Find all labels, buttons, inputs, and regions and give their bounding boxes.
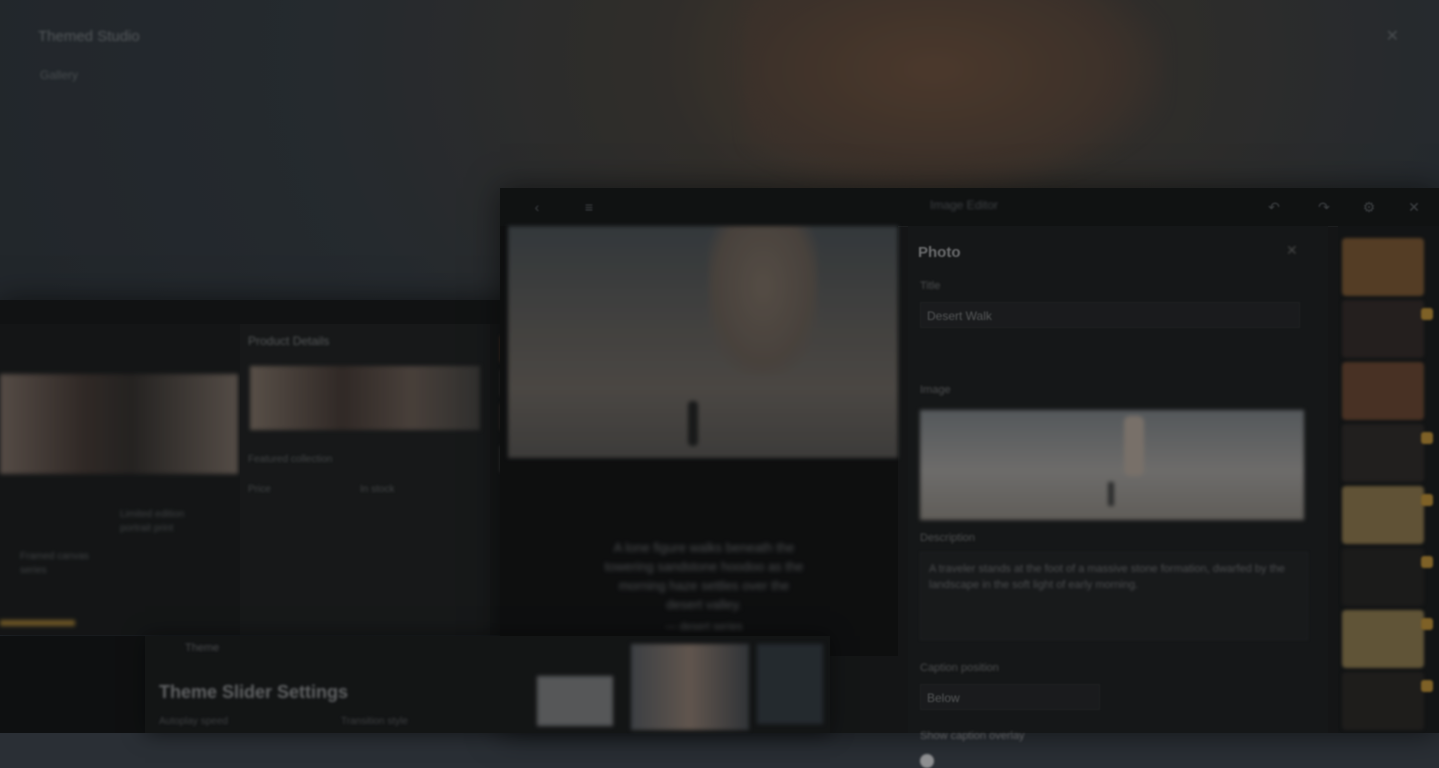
autoplay-label: Autoplay speed <box>159 716 228 727</box>
close-editor-icon[interactable]: ✕ <box>1405 198 1423 216</box>
dark-panel <box>0 636 145 733</box>
tab-theme[interactable]: Theme <box>185 642 219 654</box>
rock-formation <box>745 0 1165 190</box>
menu-icon[interactable]: ≡ <box>580 198 598 216</box>
redo-icon[interactable]: ↷ <box>1315 198 1333 216</box>
close-icon[interactable]: ✕ <box>1386 26 1399 46</box>
background-subtitle: Gallery <box>40 68 79 82</box>
description-textarea[interactable]: A traveler stands at the foot of a massi… <box>920 552 1308 640</box>
strip-thumbnail[interactable] <box>1342 672 1424 730</box>
sandstone-pillar <box>708 226 818 376</box>
form-title: Photo <box>918 244 961 261</box>
settings-title: Theme Slider Settings <box>159 682 349 702</box>
photo-strip <box>1338 226 1439 733</box>
star-icon[interactable] <box>1421 308 1433 320</box>
preview-signature: — desert series <box>665 621 743 633</box>
thumbnail-figure <box>1108 482 1114 506</box>
preview-caption: A lone figure walks beneath the towering… <box>604 538 804 637</box>
settings-icon[interactable]: ⚙ <box>1360 198 1378 216</box>
strip-thumbnail[interactable] <box>1342 362 1424 420</box>
field-stock[interactable]: In stock <box>360 484 394 495</box>
star-icon[interactable] <box>1421 618 1433 630</box>
strip-thumbnail[interactable] <box>1342 300 1424 358</box>
photo-form: Photo ✕ Title Desert Walk Image Descript… <box>908 226 1328 768</box>
slide-thumbnail[interactable] <box>757 644 823 724</box>
strip-thumbnail[interactable] <box>1342 238 1424 296</box>
product-window: Limited edition portrait print Framed ca… <box>0 300 560 635</box>
preview-pane: A lone figure walks beneath the towering… <box>500 226 898 656</box>
strip-thumbnail[interactable] <box>1342 610 1424 668</box>
theme-settings-window: Theme Theme Slider Settings Autoplay spe… <box>145 636 830 733</box>
star-icon[interactable] <box>1421 680 1433 692</box>
field-price[interactable]: Price <box>248 484 271 495</box>
background-title: Themed Studio <box>38 28 140 45</box>
field-featured[interactable]: Featured collection <box>248 454 333 465</box>
star-icon[interactable] <box>1421 556 1433 568</box>
product-description: Limited edition portrait print <box>120 509 185 534</box>
editor-toolbar: ‹ ≡ Image Editor ↶ ↷ ⚙ ✕ <box>500 188 1439 227</box>
panel-title: Product Details <box>248 334 330 348</box>
progress-bar <box>0 620 75 626</box>
slide-thumbnail[interactable] <box>631 644 749 730</box>
title-field-label: Title <box>920 280 941 292</box>
transition-label: Transition style <box>341 716 408 727</box>
strip-thumbnail[interactable] <box>1342 424 1424 482</box>
preview-image[interactable] <box>508 226 898 458</box>
product-description-secondary: Framed canvas series <box>20 551 89 576</box>
image-field-thumbnail[interactable] <box>920 410 1304 520</box>
caption-position-select[interactable]: Below <box>920 684 1100 710</box>
thumbnail-pillar <box>1124 416 1144 476</box>
star-icon[interactable] <box>1421 432 1433 444</box>
panel-image[interactable] <box>250 366 480 430</box>
editor-title: Image Editor <box>930 198 999 212</box>
back-icon[interactable]: ‹ <box>528 198 546 216</box>
product-gallery-image[interactable] <box>0 374 238 474</box>
caption-position-label: Caption position <box>920 662 999 674</box>
overlay-toggle-label: Show caption overlay <box>920 730 1025 742</box>
strip-thumbnail[interactable] <box>1342 548 1424 606</box>
slide-thumbnail[interactable] <box>537 676 613 726</box>
form-close-icon[interactable]: ✕ <box>1286 242 1298 259</box>
undo-icon[interactable]: ↶ <box>1265 198 1283 216</box>
product-window-header <box>0 300 560 324</box>
strip-thumbnail[interactable] <box>1342 486 1424 544</box>
overlay-radio[interactable] <box>920 754 934 768</box>
preview-caption-text: A lone figure walks beneath the towering… <box>604 540 804 612</box>
image-field-label: Image <box>920 384 951 396</box>
product-details-panel: Product Details Featured collection Pric… <box>240 324 490 635</box>
star-icon[interactable] <box>1421 494 1433 506</box>
person-silhouette <box>688 401 698 446</box>
title-field[interactable]: Desert Walk <box>920 302 1300 328</box>
description-label: Description <box>920 532 976 544</box>
